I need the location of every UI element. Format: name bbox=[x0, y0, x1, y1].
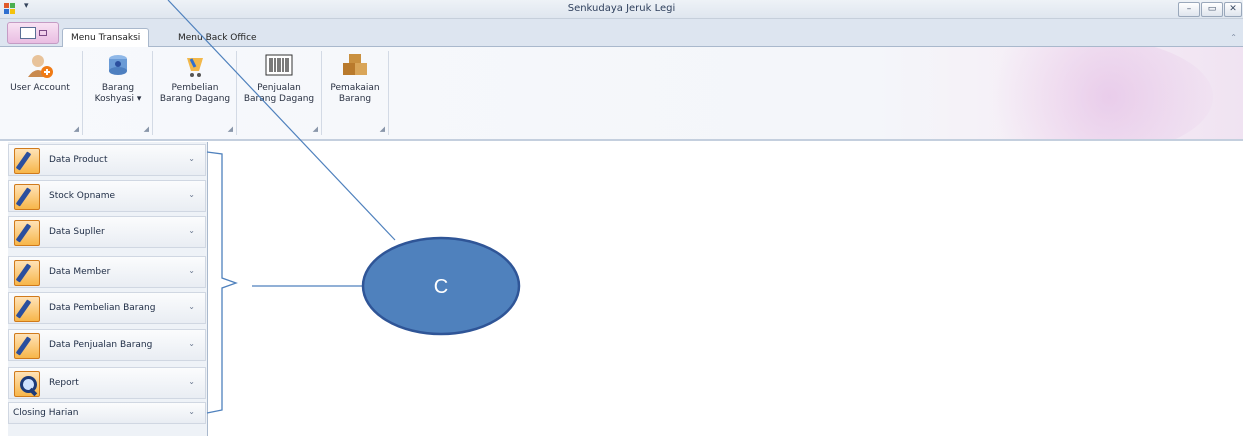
annotation-overlay: C bbox=[167, 0, 521, 414]
annotation-bracket bbox=[206, 151, 238, 414]
annotation-callout-label: C bbox=[434, 276, 448, 298]
annotation-pointer-line bbox=[167, 0, 396, 241]
